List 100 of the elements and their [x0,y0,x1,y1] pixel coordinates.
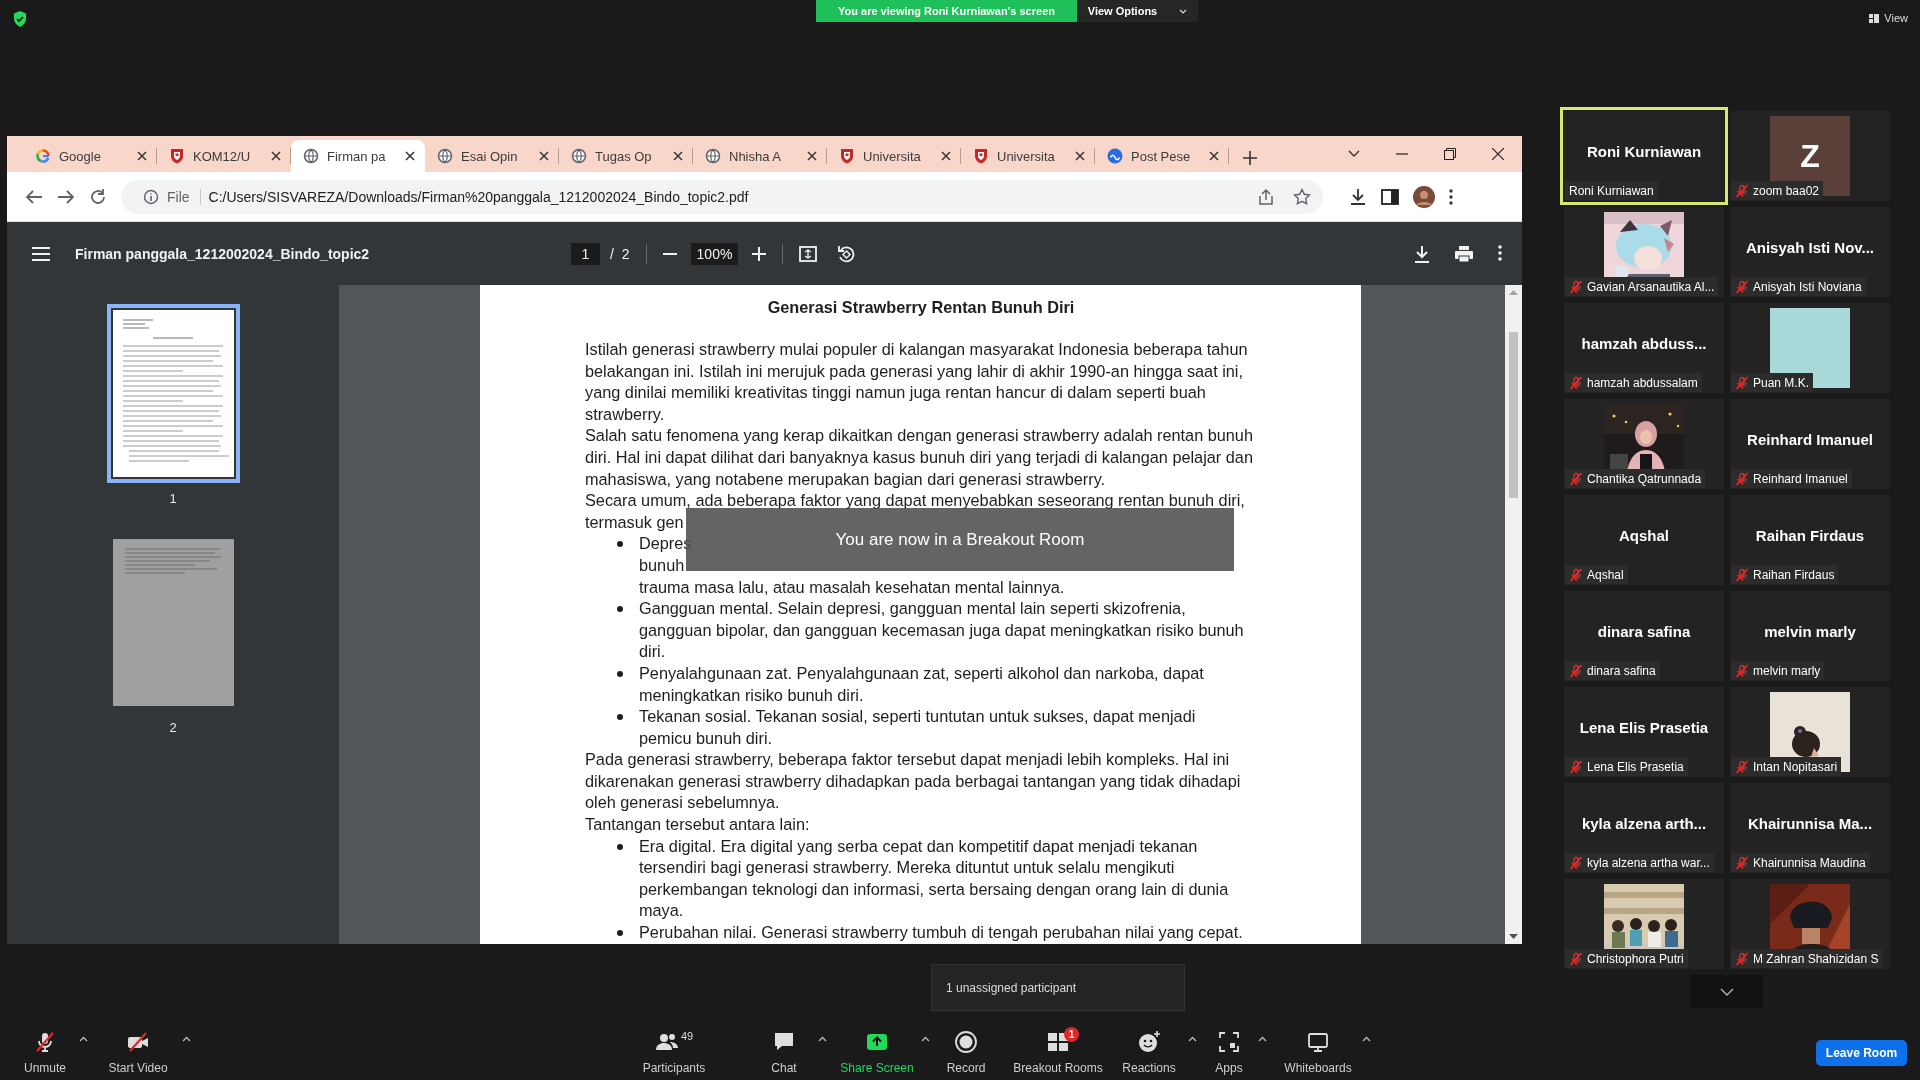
participant-tile[interactable]: Gavian Arsanautika Al... [1564,207,1724,297]
thumbnail-label: 2 [169,720,177,735]
caret-up-icon[interactable] [817,1036,827,1042]
view-options-button[interactable]: View Options [1077,0,1198,22]
participant-tile[interactable]: Aqshal Aqshal [1564,495,1724,585]
browser-tab[interactable]: Tugas Op [559,140,693,172]
browser-tab[interactable]: Esai Opin [425,140,559,172]
globe-icon [303,148,319,164]
new-tab-icon[interactable] [1243,151,1257,165]
browser-tab[interactable]: Firman pa [291,140,425,172]
close-icon[interactable] [673,151,683,161]
rotate-icon[interactable] [837,244,856,263]
close-icon[interactable] [807,151,817,161]
address-field[interactable]: File C:/Users/SISVAREZA/Downloads/Firman%20panggala_1212002024_Bindo_topic2.pdf [121,179,1323,214]
participant-tile[interactable]: Chantika Qatrunnada [1564,399,1724,489]
participant-tile[interactable]: M Zahran Shahizidan S [1730,879,1890,969]
browser-tab[interactable]: Nhisha A [693,140,827,172]
document-title: Firman panggala_1212002024_Bindo_topic2 [74,245,371,262]
download-icon[interactable] [1349,187,1367,206]
share-icon[interactable] [1257,188,1275,205]
caret-up-icon[interactable] [181,1036,191,1042]
participant-tile[interactable]: dinara safina dinara safina [1564,591,1724,681]
participant-tile[interactable]: Puan M.K. [1730,303,1890,393]
browser-tab[interactable]: Google [23,140,157,172]
zoom-out-icon[interactable] [662,252,677,255]
caret-up-icon[interactable] [1187,1036,1197,1042]
participant-tile[interactable]: Reinhard Imanuel Reinhard Imanuel [1730,399,1890,489]
participant-label: kyla alzena artha war... [1587,855,1710,870]
browser-tab[interactable]: Universita [827,140,961,172]
participant-tile[interactable]: Christophora Putri [1564,879,1724,969]
close-icon[interactable] [137,151,147,161]
zoom-in-icon[interactable] [752,246,767,261]
scrollbar[interactable] [1505,285,1522,944]
caret-up-icon[interactable] [78,1036,88,1042]
menu-icon[interactable] [32,246,50,261]
document-paragraph: Istilah generasi strawberry mulai populer di kalangan masyarakat Indonesia beberapa tahun belakangan ini. Istilah ini merujuk pada generasi yang lahir di akhir 1990-an hingga saat ini, yang dinilai memiliki kreativitas tinggi namun juga rentan hancur di dalam seperti buah strawberry. [585,339,1249,425]
page-number-field[interactable]: 1 [571,242,600,265]
toolbar-button[interactable]: 49 Participants [629,1020,719,1080]
browser-tab[interactable]: Post Pese [1095,140,1229,172]
close-icon[interactable] [1492,148,1504,160]
list-item-text: Perubahan nilai. Generasi strawberry tumbuh di tengah perubahan nilai yang cepat. [639,922,1244,944]
view-button[interactable]: View [1869,12,1908,24]
list-item-text: Gangguan mental. Selain depresi, gangguan mental lain seperti skizofrenia, gangguan bipolar, dan gangguan kecemasan juga dapat meningkatkan risiko bunuh diri. [639,598,1245,663]
scroll-thumb[interactable] [1509,332,1518,498]
restore-icon[interactable] [1444,148,1456,160]
fit-page-icon[interactable] [799,245,818,262]
participant-label: melvin marly [1753,663,1821,678]
participant-tile[interactable]: melvin marly melvin marly [1730,591,1890,681]
participant-label: Christophora Putri [1587,951,1684,966]
toolbar-button[interactable]: Chat [754,1020,814,1080]
info-icon[interactable] [143,188,159,205]
caret-up-icon[interactable] [1257,1036,1267,1042]
participant-tile[interactable]: Z zoom baa02 [1730,111,1890,201]
page-thumbnail[interactable] [106,304,240,483]
toolbar-button[interactable]: 1 Breakout Rooms [1008,1020,1108,1080]
zoom-level-field[interactable]: 100% [690,242,739,265]
toolbar-button[interactable]: Whiteboards [1278,1020,1358,1080]
participant-tile[interactable]: kyla alzena arth... kyla alzena artha war... [1564,783,1724,873]
participant-label: dinara safina [1587,663,1656,678]
participant-tile[interactable]: hamzah abduss... hamzah abdussalam [1564,303,1724,393]
close-icon[interactable] [1075,151,1085,161]
participant-label: Chantika Qatrunnada [1587,471,1702,486]
globe-icon [571,148,587,164]
toolbar-button[interactable]: Share Screen [837,1020,917,1080]
globe-icon [437,148,453,164]
participant-tile[interactable]: Raihan Firdaus Raihan Firdaus [1730,495,1890,585]
record-icon [954,1030,978,1054]
more-icon[interactable] [1449,188,1453,205]
down-arrow-icon[interactable] [1509,934,1518,940]
wave-logo-icon [1107,148,1123,164]
toolbar-button[interactable]: Unmute [15,1020,75,1080]
profile-avatar-icon[interactable] [1413,185,1435,208]
leave-room-button[interactable]: Leave Room [1816,1040,1907,1066]
toolbar-button[interactable]: Reactions [1114,1020,1184,1080]
print-icon[interactable] [1454,244,1474,263]
more-icon[interactable] [1498,244,1502,261]
participant-tile[interactable]: Intan Nopitasari [1730,687,1890,777]
caret-up-icon[interactable] [920,1036,930,1042]
close-icon[interactable] [941,151,951,161]
participant-tile[interactable]: Lena Elis Prasetia Lena Elis Prasetia [1564,687,1724,777]
participant-label: Reinhard Imanuel [1753,471,1848,486]
chevron-down-icon[interactable] [1348,150,1360,158]
document-paragraph: Tantangan tersebut antara lain: [585,814,811,836]
side-panel-icon[interactable] [1381,188,1399,205]
toolbar-button[interactable]: Apps [1204,1020,1254,1080]
close-icon[interactable] [271,151,281,161]
close-icon[interactable] [539,151,549,161]
browser-tab[interactable]: Universita [961,140,1095,172]
close-icon[interactable] [1209,151,1219,161]
toolbar-button[interactable]: Record [936,1020,996,1080]
participant-label: zoom baa02 [1753,183,1820,198]
star-icon[interactable] [1293,187,1311,206]
participant-tile[interactable]: Anisyah Isti Nov... Anisyah Isti Noviana [1730,207,1890,297]
close-icon[interactable] [405,151,415,161]
toolbar-button[interactable]: Start Video [98,1020,178,1080]
browser-tab[interactable]: KOM12/U [157,140,291,172]
shield-icon [12,10,28,28]
caret-up-icon[interactable] [1361,1036,1371,1042]
participant-count: 49 [680,1030,694,1042]
participant-tile[interactable]: Khairunnisa Ma... Khairunnisa Maudina [1730,783,1890,873]
